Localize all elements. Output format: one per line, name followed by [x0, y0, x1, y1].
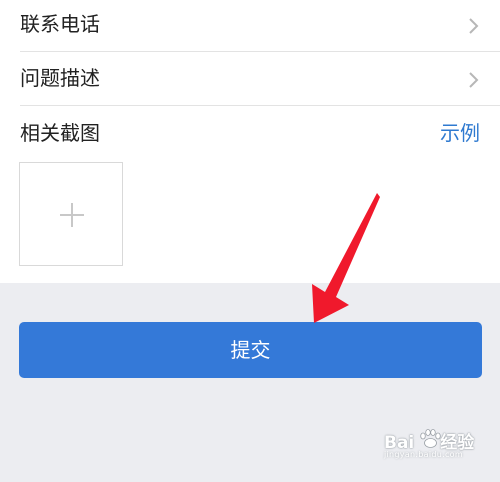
submit-button[interactable]: 提交: [19, 322, 482, 378]
description-row[interactable]: 问题描述: [20, 54, 500, 106]
screenshot-row: 相关截图 示例: [20, 109, 500, 161]
screenshot-label: 相关截图: [20, 121, 100, 145]
chevron-right-icon: [469, 18, 479, 34]
description-label: 问题描述: [20, 66, 100, 90]
feedback-form: 联系电话 问题描述 相关截图 示例: [0, 0, 500, 283]
example-link[interactable]: 示例: [440, 119, 480, 147]
phone-label: 联系电话: [20, 12, 100, 36]
chevron-right-icon: [469, 72, 479, 88]
baidu-jingyan-watermark: Bai 经验 jingyan.baidu.com: [384, 428, 490, 468]
phone-row[interactable]: 联系电话: [20, 0, 500, 52]
red-arrow-icon: [312, 193, 380, 323]
add-screenshot-button[interactable]: [19, 162, 123, 266]
plus-icon: [60, 203, 84, 227]
paw-icon: [420, 429, 441, 448]
watermark-domain: jingyan.baidu.com: [384, 450, 463, 459]
